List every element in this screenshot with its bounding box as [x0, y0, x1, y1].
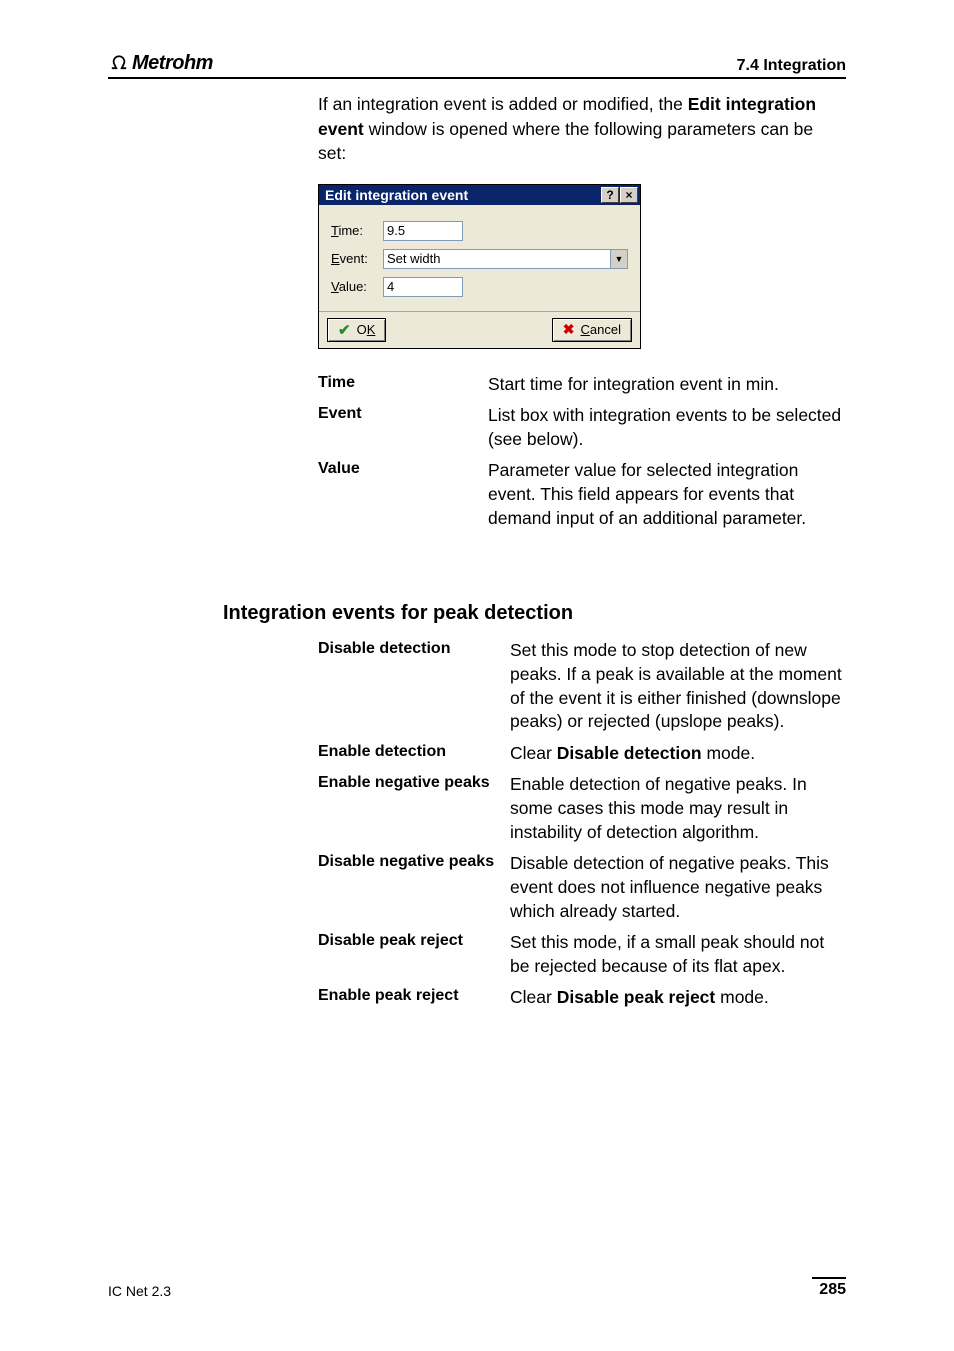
def-desc: Parameter value for selected integration…: [488, 459, 846, 530]
time-row: Time:: [331, 221, 628, 241]
def-desc: Start time for integration event in min.: [488, 373, 846, 397]
cancel-label: Cancel: [581, 322, 621, 337]
event-definitions: Disable detection Set this mode to stop …: [318, 639, 846, 1010]
page-content: If an integration event is added or modi…: [108, 92, 846, 1018]
desc-bold: Disable peak reject: [557, 987, 716, 1007]
page-number: 285: [812, 1277, 846, 1299]
brand-logo: Metrohm: [108, 52, 213, 75]
chevron-down-icon[interactable]: ▼: [610, 249, 628, 269]
event-select-value[interactable]: [383, 249, 610, 269]
def-value: Value Parameter value for selected integ…: [318, 459, 846, 530]
check-icon: ✔: [338, 321, 351, 339]
section-reference: 7.4 Integration: [737, 57, 846, 75]
def-disable-negative-peaks: Disable negative peaks Disable detection…: [318, 852, 846, 923]
def-term: Event: [318, 404, 488, 423]
def-term: Disable negative peaks: [318, 852, 510, 871]
desc-pre: Clear: [510, 743, 557, 763]
def-desc: List box with integration events to be s…: [488, 404, 846, 451]
time-label: Time:: [331, 223, 383, 238]
desc-post: mode.: [702, 743, 756, 763]
intro-text-pre: If an integration event is added or modi…: [318, 94, 688, 114]
value-input[interactable]: [383, 277, 463, 297]
dialog-title: Edit integration event: [325, 187, 468, 203]
x-icon: ✖: [563, 321, 575, 338]
edit-integration-event-dialog: Edit integration event ? × Time: Event: …: [318, 184, 641, 349]
def-term: Disable peak reject: [318, 931, 510, 950]
def-event: Event List box with integration events t…: [318, 404, 846, 451]
dialog-body: Time: Event: ▼ Value:: [319, 205, 640, 311]
parameter-definitions: Time Start time for integration event in…: [318, 373, 846, 531]
event-select[interactable]: ▼: [383, 249, 628, 269]
desc-post: mode.: [715, 987, 769, 1007]
brand-name: Metrohm: [132, 52, 213, 75]
def-disable-peak-reject: Disable peak reject Set this mode, if a …: [318, 931, 846, 978]
def-term: Enable detection: [318, 742, 510, 761]
page-header: Metrohm 7.4 Integration: [108, 52, 846, 79]
def-term: Time: [318, 373, 488, 392]
section-heading: Integration events for peak detection: [223, 602, 846, 625]
def-desc: Enable detection of negative peaks. In s…: [510, 773, 846, 844]
def-disable-detection: Disable detection Set this mode to stop …: [318, 639, 846, 734]
desc-bold: Disable detection: [557, 743, 702, 763]
cancel-button[interactable]: ✖ Cancel: [552, 318, 632, 342]
def-term: Value: [318, 459, 488, 478]
event-row: Event: ▼: [331, 249, 628, 269]
dialog-button-row: ✔ OK ✖ Cancel: [319, 311, 640, 348]
omega-icon: [108, 52, 130, 75]
def-enable-detection: Enable detection Clear Disable detection…: [318, 742, 846, 766]
intro-text-post: window is opened where the following par…: [318, 119, 813, 164]
dialog-titlebar: Edit integration event ? ×: [319, 185, 640, 205]
def-desc: Disable detection of negative peaks. Thi…: [510, 852, 846, 923]
def-term: Disable detection: [318, 639, 510, 658]
value-label: Value:: [331, 279, 383, 294]
titlebar-buttons: ? ×: [600, 187, 638, 203]
close-button[interactable]: ×: [620, 187, 638, 203]
time-input[interactable]: [383, 221, 463, 241]
page-footer: IC Net 2.3 285: [108, 1277, 846, 1299]
def-desc: Clear Disable peak reject mode.: [510, 986, 846, 1010]
event-label: Event:: [331, 251, 383, 266]
def-desc: Clear Disable detection mode.: [510, 742, 846, 766]
def-time: Time Start time for integration event in…: [318, 373, 846, 397]
ok-button[interactable]: ✔ OK: [327, 318, 386, 342]
def-enable-negative-peaks: Enable negative peaks Enable detection o…: [318, 773, 846, 844]
def-desc: Set this mode, if a small peak should no…: [510, 931, 846, 978]
def-term: Enable peak reject: [318, 986, 510, 1005]
def-enable-peak-reject: Enable peak reject Clear Disable peak re…: [318, 986, 846, 1010]
value-row: Value:: [331, 277, 628, 297]
def-desc: Set this mode to stop detection of new p…: [510, 639, 846, 734]
footer-product: IC Net 2.3: [108, 1283, 171, 1299]
desc-pre: Clear: [510, 987, 557, 1007]
def-term: Enable negative peaks: [318, 773, 510, 792]
help-button[interactable]: ?: [601, 187, 619, 203]
ok-label: OK: [357, 322, 376, 337]
intro-paragraph: If an integration event is added or modi…: [318, 92, 846, 166]
